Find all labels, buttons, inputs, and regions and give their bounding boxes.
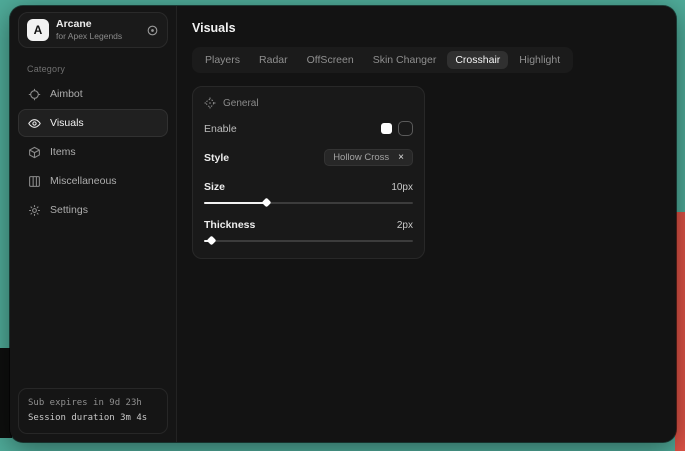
sidebar-item-aimbot[interactable]: Aimbot: [18, 80, 168, 108]
main-content: Visuals Players Radar OffScreen Skin Cha…: [177, 6, 676, 442]
panel-header: General: [204, 97, 413, 109]
general-panel: General Enable Style Hollow Cross × Size…: [192, 86, 425, 259]
subscription-info-card: Sub expires in 9d 23h Session duration 3…: [18, 388, 168, 434]
size-slider[interactable]: [204, 198, 413, 207]
sidebar-item-label: Visuals: [50, 117, 84, 129]
eye-icon: [28, 117, 41, 130]
page-title: Visuals: [192, 21, 676, 35]
backdrop-red-region: [675, 212, 685, 451]
sidebar-item-label: Miscellaneous: [50, 175, 117, 187]
enable-label: Enable: [204, 123, 237, 135]
app-window: A Arcane for Apex Legends Category Aimbo…: [10, 6, 676, 442]
thickness-value: 2px: [397, 220, 413, 231]
tab-players[interactable]: Players: [197, 51, 248, 69]
size-label: Size: [204, 181, 225, 193]
sub-expires-text: Sub expires in 9d 23h: [28, 396, 158, 411]
tab-offscreen[interactable]: OffScreen: [299, 51, 362, 69]
sidebar: A Arcane for Apex Legends Category Aimbo…: [10, 6, 177, 442]
slider-fill: [204, 202, 267, 205]
style-row: Style Hollow Cross ×: [204, 149, 413, 166]
sidebar-item-miscellaneous[interactable]: Miscellaneous: [18, 167, 168, 195]
app-name: Arcane: [56, 18, 122, 31]
app-subtitle: for Apex Legends: [56, 31, 122, 42]
slider-thumb[interactable]: [261, 198, 271, 208]
tab-crosshair[interactable]: Crosshair: [447, 51, 508, 69]
sidebar-item-settings[interactable]: Settings: [18, 196, 168, 224]
target-icon[interactable]: [146, 24, 159, 37]
style-value: Hollow Cross: [333, 152, 389, 163]
tab-highlight[interactable]: Highlight: [511, 51, 568, 69]
sidebar-item-items[interactable]: Items: [18, 138, 168, 166]
slider-track: [204, 240, 413, 243]
session-duration-text: Session duration 3m 4s: [28, 411, 158, 426]
tab-bar: Players Radar OffScreen Skin Changer Cro…: [192, 47, 573, 73]
slider-thumb[interactable]: [207, 236, 217, 246]
thickness-label: Thickness: [204, 219, 255, 231]
sidebar-item-label: Items: [50, 146, 76, 158]
enable-controls: [381, 121, 413, 136]
style-label: Style: [204, 152, 229, 164]
enable-row: Enable: [204, 121, 413, 136]
enable-color-swatch[interactable]: [381, 123, 392, 134]
thickness-slider[interactable]: [204, 236, 413, 245]
gear-icon: [28, 204, 41, 217]
sidebar-item-visuals[interactable]: Visuals: [18, 109, 168, 137]
box-icon: [28, 146, 41, 159]
scan-crosshair-icon: [204, 97, 216, 109]
sidebar-item-label: Aimbot: [50, 88, 83, 100]
sidebar-item-label: Settings: [50, 204, 88, 216]
category-label: Category: [27, 64, 168, 74]
sidebar-nav: Aimbot Visuals Items: [18, 80, 168, 224]
crosshair-icon: [28, 88, 41, 101]
enable-checkbox[interactable]: [398, 121, 413, 136]
app-header-card: A Arcane for Apex Legends: [18, 12, 168, 48]
tab-radar[interactable]: Radar: [251, 51, 296, 69]
thickness-row: Thickness 2px: [204, 219, 413, 231]
slider-fill: [204, 240, 212, 243]
tab-skin-changer[interactable]: Skin Changer: [365, 51, 445, 69]
style-select[interactable]: Hollow Cross ×: [324, 149, 413, 166]
columns-icon: [28, 175, 41, 188]
size-row: Size 10px: [204, 181, 413, 193]
app-logo: A: [27, 19, 49, 41]
remove-style-icon[interactable]: ×: [398, 152, 404, 163]
panel-title: General: [223, 98, 259, 109]
size-value: 10px: [391, 182, 413, 193]
app-title-block: Arcane for Apex Legends: [56, 18, 122, 42]
